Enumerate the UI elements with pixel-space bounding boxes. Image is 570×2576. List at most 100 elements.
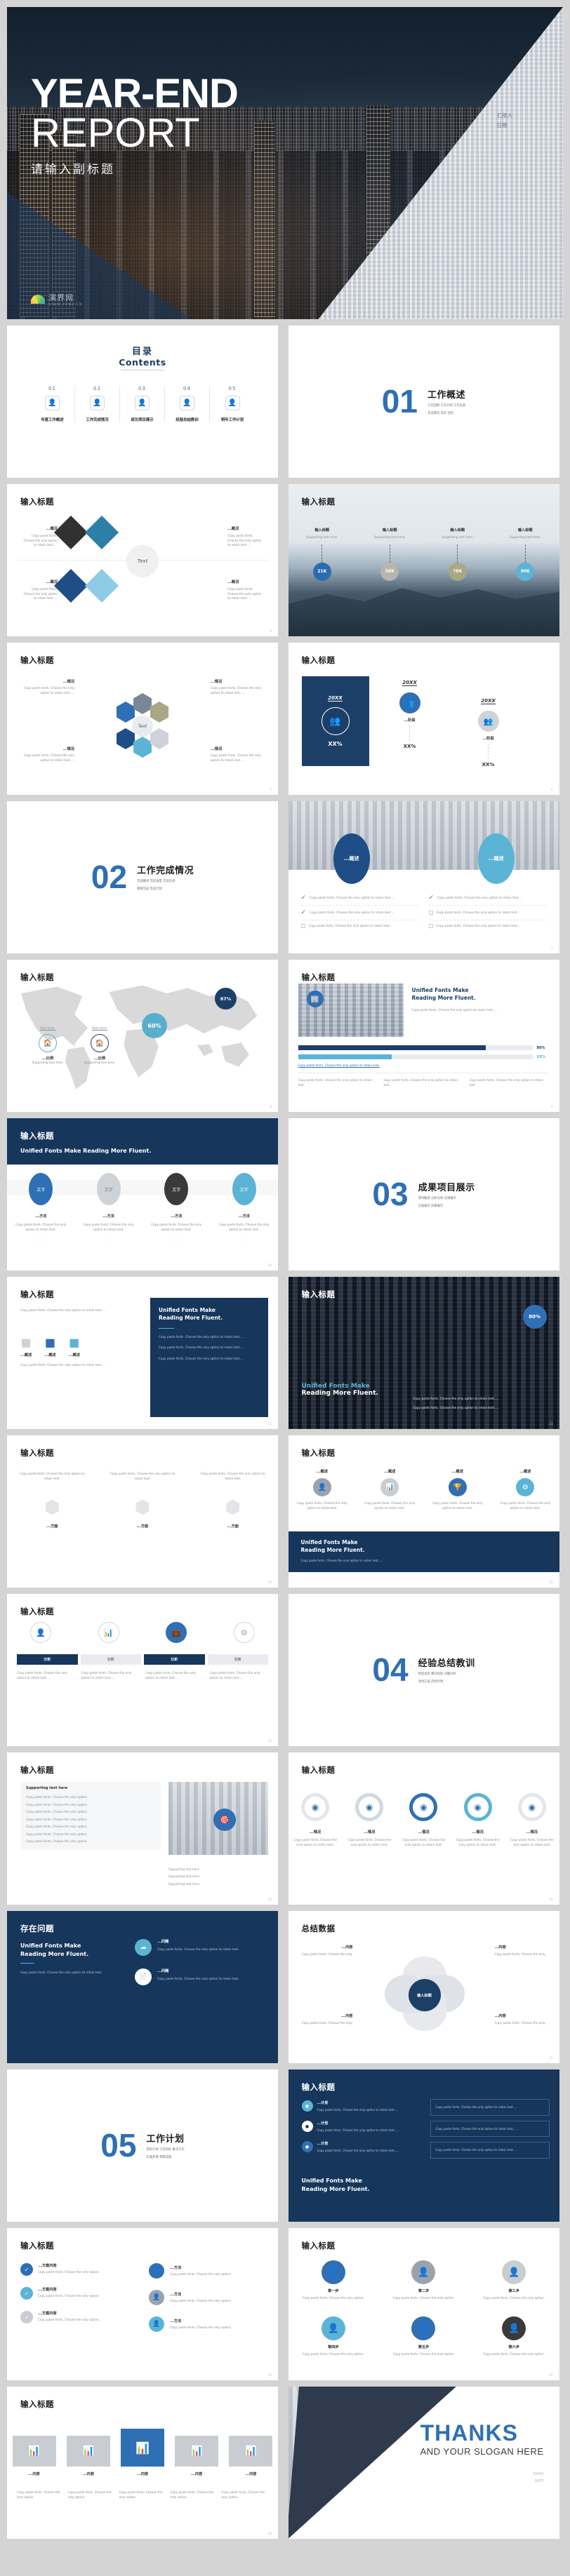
slide-people-list[interactable]: 输入标题 ✓ ...方案内容 Copy paste fonts. Choose … xyxy=(7,2228,278,2380)
check-bubble-left: ...概述 xyxy=(333,833,370,884)
ring-4: ◉ xyxy=(463,1793,492,1821)
tab-1[interactable]: 分析 xyxy=(17,1654,78,1665)
section-block: 05 工作计划 明年计划 工作目标 重点工作 实施步骤 预期成果 xyxy=(100,2127,184,2164)
ring-body: Copy paste fonts. Choose the only option… xyxy=(293,1838,337,1846)
dark-item-label: ...计划 xyxy=(317,2142,329,2147)
slide-ovals[interactable]: 输入标题 Unified Fonts Make Reading More Flu… xyxy=(7,1118,278,1270)
photo-link[interactable]: Copy paste fonts. Choose the only option… xyxy=(298,1064,550,1067)
slide-text-darkcard[interactable]: 输入标题 Copy paste fonts. Choose the only o… xyxy=(7,1277,278,1429)
contents-item-1[interactable]: 01 👤 年度工作概述 xyxy=(30,386,75,422)
tab-4[interactable]: 分析 xyxy=(207,1654,268,1665)
bar-body-5: Copy paste fonts. Choose the only option… xyxy=(221,2490,265,2499)
map-legend-link[interactable]: Text here. xyxy=(28,1027,67,1031)
slide-circle-people[interactable]: 输入标题 👤 第一步 Copy paste fonts. Choose the … xyxy=(288,2228,559,2380)
hex-body-3: Copy paste fonts. Choose the only option… xyxy=(24,753,74,762)
cover-date: 日期 xyxy=(496,122,508,129)
slide-thanks[interactable]: THANKS AND YOUR SLOGAN HERE NAME DATE xyxy=(288,2387,559,2539)
cp-body: Copy paste fonts. Choose the only option… xyxy=(483,2296,545,2300)
bar-item-3[interactable]: 📊 ...内容 xyxy=(120,2429,164,2476)
slide-section-02[interactable]: 02 工作完成情况 完成概述 完成进度 完成比例 重要完成 年成计划 xyxy=(7,801,278,953)
map-legend-link[interactable]: Text here. xyxy=(80,1027,119,1031)
check-circle-icon: ✓ xyxy=(20,2287,33,2300)
section-number: 05 xyxy=(100,2127,137,2164)
map-legend-support: Supporting text here. xyxy=(84,1061,116,1064)
section-title: 成果项目展示 xyxy=(418,1182,475,1193)
photo-headline-b: Reading More Fluent. xyxy=(301,1390,378,1397)
slide-timeline[interactable]: 输入标题 20XX 👥 XX% 20XX 👥 ...阶段 XX% 20XX 👥 … xyxy=(288,643,559,795)
slide-hexagon[interactable]: 输入标题 Text ...情况 Copy paste fonts. Choose… xyxy=(7,643,278,795)
oval-body: Copy paste fonts. Choose the only option… xyxy=(218,1223,270,1231)
slide-photo-percent[interactable]: 输入标题 🏢 Unified Fonts Make Reading More F… xyxy=(288,960,559,1112)
slide-list-photo[interactable]: 输入标题 Supporting text here Copy paste fon… xyxy=(7,1752,278,1905)
tab-3[interactable]: 分析 xyxy=(144,1654,205,1665)
slide-four-icons[interactable]: 输入标题 ...概述 👤 Copy paste fonts. Choose th… xyxy=(288,1435,559,1588)
page-title: 输入标题 xyxy=(301,972,336,982)
photo-headline-b: Reading More Fluent. xyxy=(411,995,476,1002)
tab-2[interactable]: 分析 xyxy=(80,1654,141,1665)
cp-body: Copy paste fonts. Choose the only option… xyxy=(392,2352,455,2356)
contents-item-2[interactable]: 02 👤 工作完成情况 xyxy=(75,386,120,422)
checkbox-empty-icon[interactable] xyxy=(428,911,433,915)
slide-checklist[interactable]: ...概述 ...概述 ✓ Copy paste fonts. Choose t… xyxy=(288,801,559,953)
slide-big-photo[interactable]: 输入标题 80% Unified Fonts Make Reading More… xyxy=(288,1277,559,1429)
darkbox-panel-2: Copy paste fonts. Choose the only option… xyxy=(430,2120,550,2138)
pinwheel-label-1: ...概况 xyxy=(46,527,58,531)
cube-body: Copy paste fonts. Choose the only option… xyxy=(110,1472,175,1480)
check-row[interactable]: ✓ Copy paste fonts. Choose the only opti… xyxy=(300,906,419,920)
progress-row-1: 80% xyxy=(298,1045,550,1050)
check-row[interactable]: Copy paste fonts. Choose the only option… xyxy=(428,906,547,920)
list-row: Copy paste fonts. Choose the only option… xyxy=(26,1810,88,1813)
people-right-3: 👤 ...方法 Copy paste fonts. Choose the onl… xyxy=(149,2316,268,2332)
contents-item-3[interactable]: 03 👤 成功项目展示 xyxy=(120,386,165,422)
bar-item-4[interactable]: 📊 ...内容 xyxy=(175,2436,219,2476)
section-title: 工作完成情况 xyxy=(137,865,194,876)
bar-item-5[interactable]: 📊 ...内容 xyxy=(229,2436,273,2476)
slide-section-04[interactable]: 04 经验总结教训 经验总结 教训总结 问题分析 改进方案 后续计划 xyxy=(288,1594,559,1746)
user-icon: 👤 xyxy=(502,2316,526,2340)
slide-contents[interactable]: 目录 Contents 01 👤 年度工作概述 02 👤 工作完成情况 03 👤 xyxy=(7,326,278,478)
check-row[interactable]: Copy paste fonts. Choose the only option… xyxy=(300,920,419,932)
photo-badge: 80% xyxy=(522,1305,547,1329)
slide-section-05[interactable]: 05 工作计划 明年计划 工作目标 重点工作 实施步骤 预期成果 xyxy=(7,2069,278,2222)
slide-flower[interactable]: 总结数据 输入标题 ...内容 Copy paste fonts. Choose… xyxy=(288,1911,559,2063)
slide-darkbox-list[interactable]: 输入标题 ● ...计划 Copy paste fonts. Choose th… xyxy=(288,2069,559,2222)
people-right-2: 👤 ...方法 Copy paste fonts. Choose the onl… xyxy=(149,2290,268,2305)
contents-item-4[interactable]: 04 👤 经验总结教训 xyxy=(165,386,210,422)
contents-item-5[interactable]: 05 👤 明年工作计划 xyxy=(210,386,255,422)
people-body: Copy paste fonts. Choose the only option… xyxy=(38,2294,100,2297)
slide-pinwheel[interactable]: 输入标题 Text ...概况 Copy paste fonts. Choose… xyxy=(7,484,278,636)
check-row[interactable]: ✓ Copy paste fonts. Choose the only opti… xyxy=(300,891,419,906)
check-row[interactable]: ✓ Copy paste fonts. Choose the only opti… xyxy=(428,891,547,906)
checkbox-empty-icon[interactable] xyxy=(300,924,305,929)
checkbox-empty-icon[interactable] xyxy=(428,924,433,929)
slide-section-01[interactable]: 01 工作概述 工作回顾 工作计划 工作总表 年成情况 去年 回比 xyxy=(288,326,559,478)
ring-label: ...情况 xyxy=(418,1830,430,1834)
mountain-silhouette xyxy=(288,588,559,636)
check-row[interactable]: Copy paste fonts. Choose the only option… xyxy=(428,920,547,932)
cube-col-2: Copy paste fonts. Choose the only option… xyxy=(106,1472,179,1535)
bar-item-1[interactable]: 📊 ...内容 xyxy=(12,2436,56,2476)
slide-world-map[interactable]: 输入标题 87% 60% Text here. 🏠 ...比例 Supporti… xyxy=(7,960,278,1112)
slide-tabs[interactable]: 输入标题 👤 📊 💼 ⚙ 分析 分析 分析 分析 Copy paste font… xyxy=(7,1594,278,1746)
page-title: 输入标题 xyxy=(20,497,54,507)
section-sub-2: 年成情况 去年 回比 xyxy=(427,412,454,415)
contents-item-label: 经验总结教训 xyxy=(175,418,199,422)
slide-mountain-kpi[interactable]: 输入标题 输入标题 Supporting text here. ······ 2… xyxy=(288,484,559,636)
cover-slide[interactable]: YEAR-END REPORT 请输入副标题 汇报人 日期 演界网 WWW.YA… xyxy=(7,7,563,319)
document-icon: 📄 xyxy=(135,1968,152,1985)
slide-problem[interactable]: 存在问题 Unified Fonts Make Reading More Flu… xyxy=(7,1911,278,2063)
cube-icon: ■ xyxy=(20,1336,32,1349)
page-title: 输入标题 xyxy=(20,1606,54,1616)
slide-section-03[interactable]: 03 成果项目展示 项目概述 分析分析 成果展示 方面展示 成果展示 xyxy=(288,1118,559,1270)
check-text: Copy paste fonts. Choose the only option… xyxy=(437,895,522,899)
slide-bar-group[interactable]: 输入标题 📊 ...内容 📊 ...内容 📊 ...内容 📊 ...内容 📊 .… xyxy=(7,2387,278,2539)
bar-item-2[interactable]: 📊 ...内容 xyxy=(66,2436,110,2476)
page-title: 输入标题 xyxy=(20,1131,54,1141)
slide-cubes[interactable]: 输入标题 Copy paste fonts. Choose the only o… xyxy=(7,1435,278,1588)
user-icon: 👤 xyxy=(149,2263,164,2279)
template-preview-page: YEAR-END REPORT 请输入副标题 汇报人 日期 演界网 WWW.YA… xyxy=(0,7,570,2549)
slide-rings[interactable]: 输入标题 ◉ ◉ ◉ ◉ ◉ ...情况 Copy paste fonts. C… xyxy=(288,1752,559,1905)
pinwheel-body-2: Copy paste fonts. Choose the only option… xyxy=(227,534,262,546)
photo-body-2: Copy paste fonts. Choose the only option… xyxy=(413,1406,499,1410)
tab-icon-1: 👤 xyxy=(30,1622,52,1643)
